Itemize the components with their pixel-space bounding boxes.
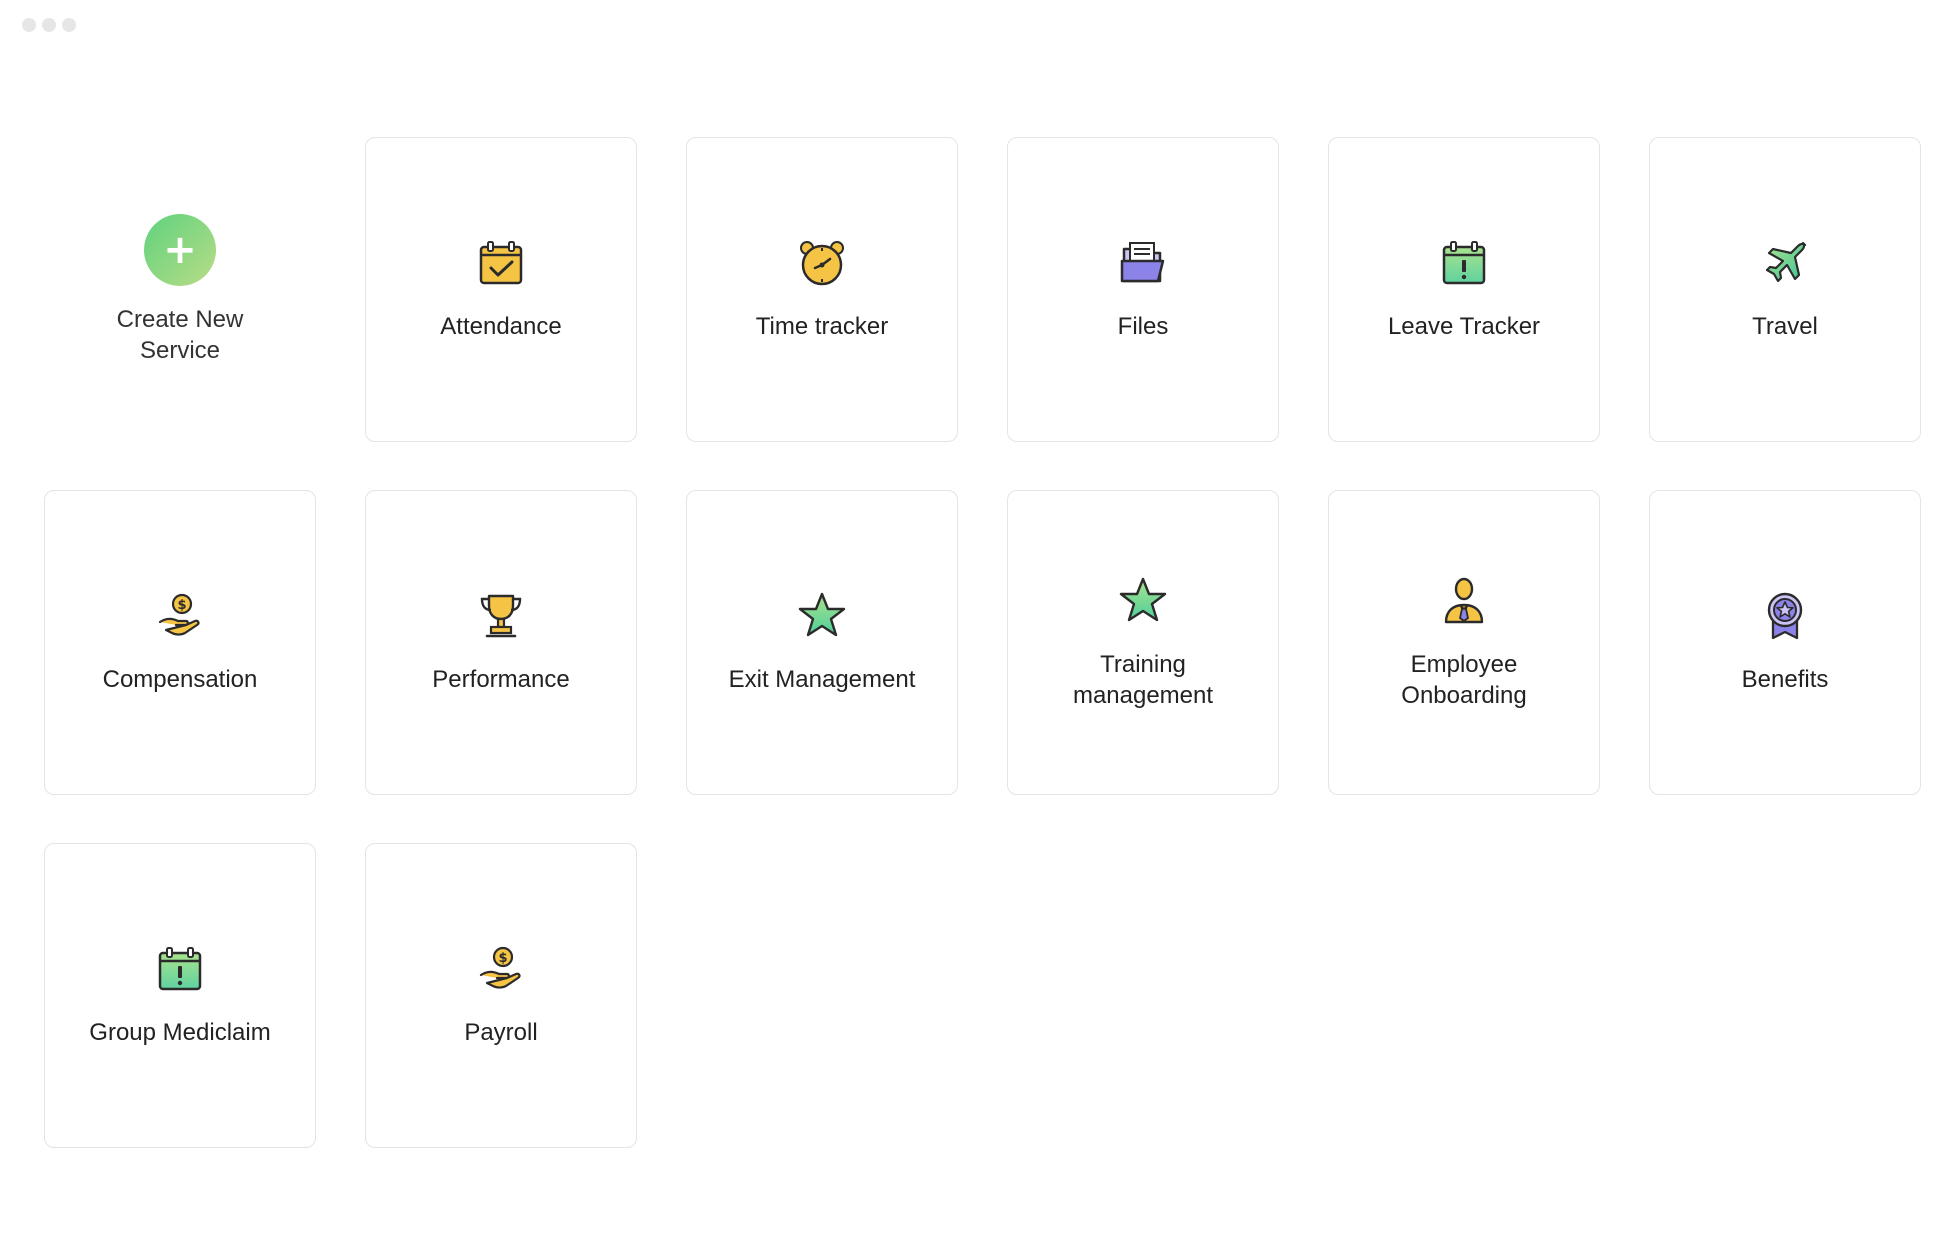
service-label: Performance [432, 666, 570, 693]
window-dot-minimize[interactable] [42, 18, 56, 32]
star-icon [796, 590, 848, 642]
service-tile-compensation[interactable]: $ Compensation [44, 490, 316, 795]
calendar-check-icon [475, 237, 527, 289]
service-label: Travel [1752, 313, 1818, 340]
hand-coin-icon: $ [475, 943, 527, 995]
service-label: Leave Tracker [1387, 313, 1541, 340]
service-label: Compensation [102, 666, 258, 693]
window-controls [22, 18, 76, 32]
folder-icon [1117, 237, 1169, 289]
service-tile-time-tracker[interactable]: Time tracker [686, 137, 958, 442]
service-tile-group-mediclaim[interactable]: Group Mediclaim [44, 843, 316, 1148]
star-icon [1117, 575, 1169, 627]
employee-icon [1438, 575, 1490, 627]
hand-coin-icon: $ [154, 590, 206, 642]
badge-icon [1759, 590, 1811, 642]
window-dot-maximize[interactable] [62, 18, 76, 32]
create-new-service-button[interactable]: + Create New Service [44, 137, 316, 442]
service-tile-training-management[interactable]: Training management [1007, 490, 1279, 795]
service-label: Exit Management [728, 666, 916, 693]
calendar-alert-icon [1438, 237, 1490, 289]
trophy-icon [475, 590, 527, 642]
service-tile-exit-management[interactable]: Exit Management [686, 490, 958, 795]
svg-text:$: $ [177, 598, 186, 613]
window-dot-close[interactable] [22, 18, 36, 32]
service-tile-attendance[interactable]: Attendance [365, 137, 637, 442]
services-grid: + Create New Service Attendance Time tra… [44, 137, 1921, 1148]
service-tile-files[interactable]: Files [1007, 137, 1279, 442]
service-label: Group Mediclaim [89, 1019, 271, 1046]
svg-text:$: $ [498, 951, 507, 966]
service-label: Payroll [464, 1019, 538, 1046]
service-label: Time tracker [755, 313, 889, 340]
service-label: Attendance [440, 313, 562, 340]
create-new-service-label: Create New Service [116, 305, 244, 364]
service-tile-travel[interactable]: Travel [1649, 137, 1921, 442]
service-tile-payroll[interactable]: $ Payroll [365, 843, 637, 1148]
service-tile-employee-onboarding[interactable]: Employee Onboarding [1328, 490, 1600, 795]
alarm-clock-icon [796, 237, 848, 289]
service-label: Training management [1072, 650, 1214, 709]
calendar-alert-icon [154, 943, 206, 995]
service-label: Employee Onboarding [1401, 650, 1527, 709]
service-tile-leave-tracker[interactable]: Leave Tracker [1328, 137, 1600, 442]
airplane-icon [1759, 237, 1811, 289]
service-label: Benefits [1741, 666, 1829, 693]
plus-icon: + [144, 213, 216, 286]
service-tile-performance[interactable]: Performance [365, 490, 637, 795]
service-tile-benefits[interactable]: Benefits [1649, 490, 1921, 795]
service-label: Files [1117, 313, 1169, 340]
